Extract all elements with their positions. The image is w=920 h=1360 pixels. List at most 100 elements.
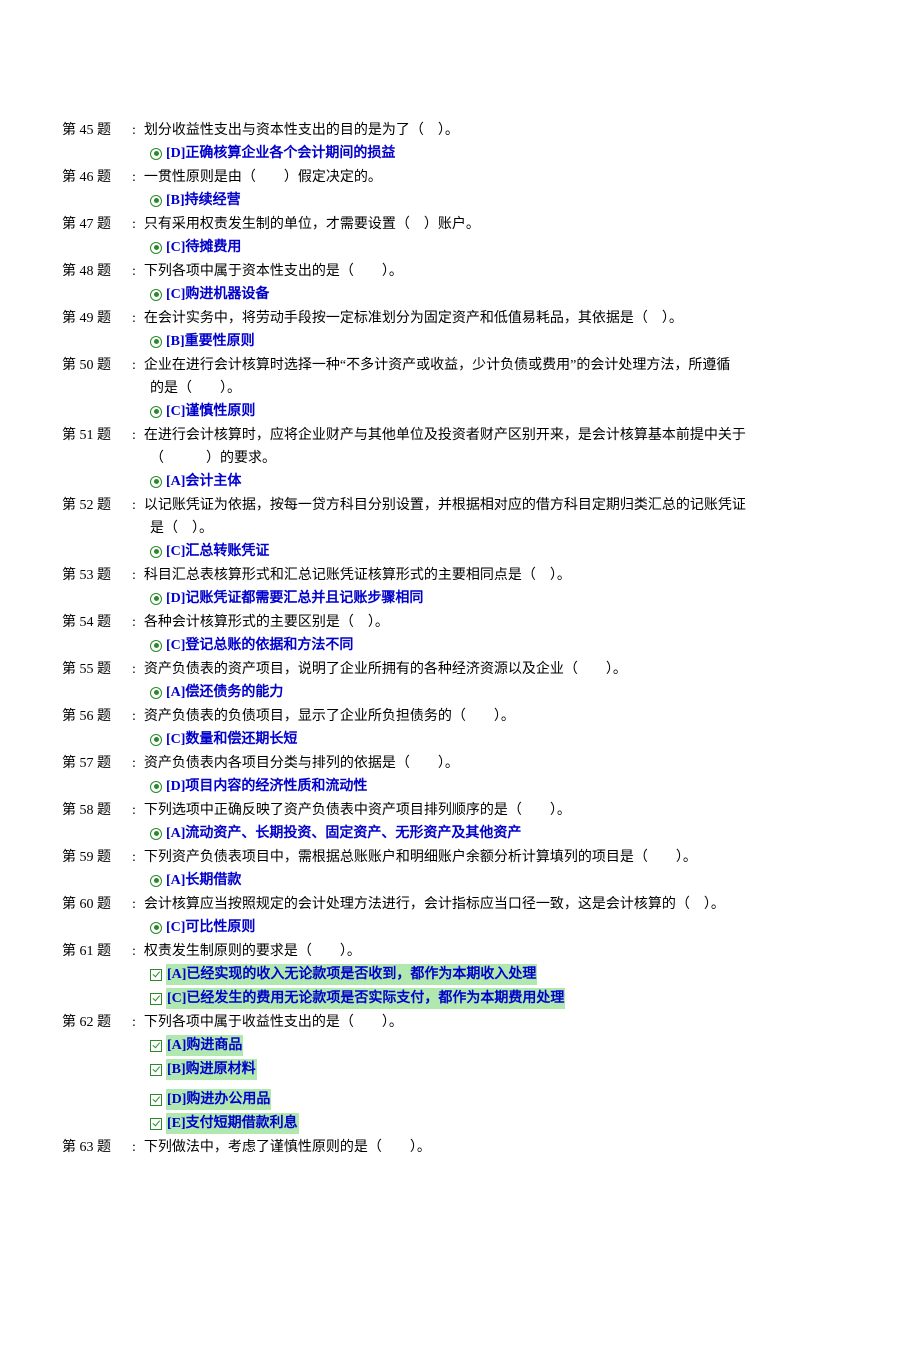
question-row: 第 61 题:权责发生制原则的要求是（ ）。: [62, 941, 858, 962]
question-text: 以记账凭证为依据，按每一贷方科目分别设置，并根据相对应的借方科目定期归类汇总的记…: [144, 495, 858, 516]
answer-text: [B]购进原材料: [166, 1059, 257, 1080]
question-row: 第 63 题:下列做法中，考虑了谨慎性原则的是（ ）。: [62, 1137, 858, 1158]
answer-row: [C]已经发生的费用无论款项是否实际支付，都作为本期费用处理: [62, 988, 858, 1009]
answer-text: [C]数量和偿还期长短: [166, 729, 297, 750]
colon: :: [132, 847, 136, 868]
answer-text: [B]重要性原则: [166, 331, 255, 352]
radio-selected-icon[interactable]: [150, 593, 162, 605]
answer-text: [A]偿还债务的能力: [166, 682, 283, 703]
question-continuation: （ ）的要求。: [62, 448, 858, 469]
answer-text: [C]汇总转账凭证: [166, 541, 269, 562]
colon: :: [132, 495, 136, 516]
colon: :: [132, 800, 136, 821]
answer-row: [B]持续经营: [62, 190, 858, 211]
radio-selected-icon[interactable]: [150, 195, 162, 207]
answer-row: [C]购进机器设备: [62, 284, 858, 305]
question-row: 第 51 题:在进行会计核算时，应将企业财产与其他单位及投资者财产区别开来，是会…: [62, 425, 858, 446]
question-text: 企业在进行会计核算时选择一种“不多计资产或收益，少计负债或费用”的会计处理方法，…: [144, 355, 858, 376]
question-text: 下列各项中属于收益性支出的是（ ）。: [144, 1012, 858, 1033]
question-number: 第 51 题: [62, 425, 132, 446]
colon: :: [132, 941, 136, 962]
question-number: 第 54 题: [62, 612, 132, 633]
answer-row: [C]数量和偿还期长短: [62, 729, 858, 750]
question-number: 第 60 题: [62, 894, 132, 915]
answer-row: [A]购进商品: [62, 1035, 858, 1056]
question-number: 第 46 题: [62, 167, 132, 188]
question-number: 第 50 题: [62, 355, 132, 376]
answer-row: [A]长期借款: [62, 870, 858, 891]
question-number: 第 58 题: [62, 800, 132, 821]
answer-text: [C]待摊费用: [166, 237, 241, 258]
question-number: 第 59 题: [62, 847, 132, 868]
colon: :: [132, 1137, 136, 1158]
checkbox-checked-icon[interactable]: [150, 1118, 162, 1130]
question-text: 权责发生制原则的要求是（ ）。: [144, 941, 858, 962]
answer-row: [D]购进办公用品: [62, 1089, 858, 1110]
answer-row: [C]可比性原则: [62, 917, 858, 938]
radio-selected-icon[interactable]: [150, 476, 162, 488]
question-continuation: 是（ ）。: [62, 518, 858, 539]
question-number: 第 48 题: [62, 261, 132, 282]
question-row: 第 55 题:资产负债表的资产项目，说明了企业所拥有的各种经济资源以及企业（ ）…: [62, 659, 858, 680]
checkbox-checked-icon[interactable]: [150, 1040, 162, 1052]
radio-selected-icon[interactable]: [150, 148, 162, 160]
answer-row: [A]已经实现的收入无论款项是否收到，都作为本期收入处理: [62, 964, 858, 985]
answer-row: [D]记账凭证都需要汇总并且记账步骤相同: [62, 588, 858, 609]
checkbox-checked-icon[interactable]: [150, 1094, 162, 1106]
question-number: 第 55 题: [62, 659, 132, 680]
question-row: 第 48 题:下列各项中属于资本性支出的是（ ）。: [62, 261, 858, 282]
question-text: 一贯性原则是由（ ）假定决定的。: [144, 167, 858, 188]
question-row: 第 58 题:下列选项中正确反映了资产负债表中资产项目排列顺序的是（ ）。: [62, 800, 858, 821]
colon: :: [132, 214, 136, 235]
checkbox-checked-icon[interactable]: [150, 969, 162, 981]
answer-row: [B]重要性原则: [62, 331, 858, 352]
radio-selected-icon[interactable]: [150, 289, 162, 301]
answer-row: [C]汇总转账凭证: [62, 541, 858, 562]
question-number: 第 45 题: [62, 120, 132, 141]
colon: :: [132, 425, 136, 446]
radio-selected-icon[interactable]: [150, 875, 162, 887]
question-number: 第 49 题: [62, 308, 132, 329]
radio-selected-icon[interactable]: [150, 406, 162, 418]
answer-row: [E]支付短期借款利息: [62, 1113, 858, 1134]
question-row: 第 54 题:各种会计核算形式的主要区别是（ ）。: [62, 612, 858, 633]
radio-selected-icon[interactable]: [150, 734, 162, 746]
radio-selected-icon[interactable]: [150, 336, 162, 348]
question-row: 第 52 题:以记账凭证为依据，按每一贷方科目分别设置，并根据相对应的借方科目定…: [62, 495, 858, 516]
question-row: 第 56 题:资产负债表的负债项目，显示了企业所负担债务的（ ）。: [62, 706, 858, 727]
answer-row: [D]正确核算企业各个会计期间的损益: [62, 143, 858, 164]
answer-text: [D]购进办公用品: [166, 1089, 271, 1110]
answer-text: [C]购进机器设备: [166, 284, 269, 305]
radio-selected-icon[interactable]: [150, 242, 162, 254]
radio-selected-icon[interactable]: [150, 640, 162, 652]
colon: :: [132, 355, 136, 376]
question-text: 在会计实务中，将劳动手段按一定标准划分为固定资产和低值易耗品，其依据是（ ）。: [144, 308, 858, 329]
answer-text: [A]已经实现的收入无论款项是否收到，都作为本期收入处理: [166, 964, 537, 985]
question-text: 只有采用权责发生制的单位，才需要设置（ ）账户。: [144, 214, 858, 235]
answer-text: [A]会计主体: [166, 471, 241, 492]
question-number: 第 56 题: [62, 706, 132, 727]
question-text: 资产负债表内各项目分类与排列的依据是（ ）。: [144, 753, 858, 774]
radio-selected-icon[interactable]: [150, 828, 162, 840]
checkbox-checked-icon[interactable]: [150, 1064, 162, 1076]
question-text: 会计核算应当按照规定的会计处理方法进行，会计指标应当口径一致，这是会计核算的（ …: [144, 894, 858, 915]
checkbox-checked-icon[interactable]: [150, 993, 162, 1005]
radio-selected-icon[interactable]: [150, 546, 162, 558]
radio-selected-icon[interactable]: [150, 687, 162, 699]
colon: :: [132, 753, 136, 774]
question-row: 第 50 题: 企业在进行会计核算时选择一种“不多计资产或收益，少计负债或费用”的…: [62, 355, 858, 376]
answer-text: [A]长期借款: [166, 870, 241, 891]
question-number: 第 53 题: [62, 565, 132, 586]
colon: :: [132, 308, 136, 329]
question-row: 第 47 题: 只有采用权责发生制的单位，才需要设置（ ）账户。: [62, 214, 858, 235]
question-number: 第 62 题: [62, 1012, 132, 1033]
question-number: 第 47 题: [62, 214, 132, 235]
answer-row: [A]会计主体: [62, 471, 858, 492]
radio-selected-icon[interactable]: [150, 781, 162, 793]
radio-selected-icon[interactable]: [150, 922, 162, 934]
question-text: 下列做法中，考虑了谨慎性原则的是（ ）。: [144, 1137, 858, 1158]
question-row: 第 62 题:下列各项中属于收益性支出的是（ ）。: [62, 1012, 858, 1033]
colon: :: [132, 706, 136, 727]
question-row: 第 46 题:一贯性原则是由（ ）假定决定的。: [62, 167, 858, 188]
question-row: 第 59 题:下列资产负债表项目中，需根据总账账户和明细账户余额分析计算填列的项…: [62, 847, 858, 868]
